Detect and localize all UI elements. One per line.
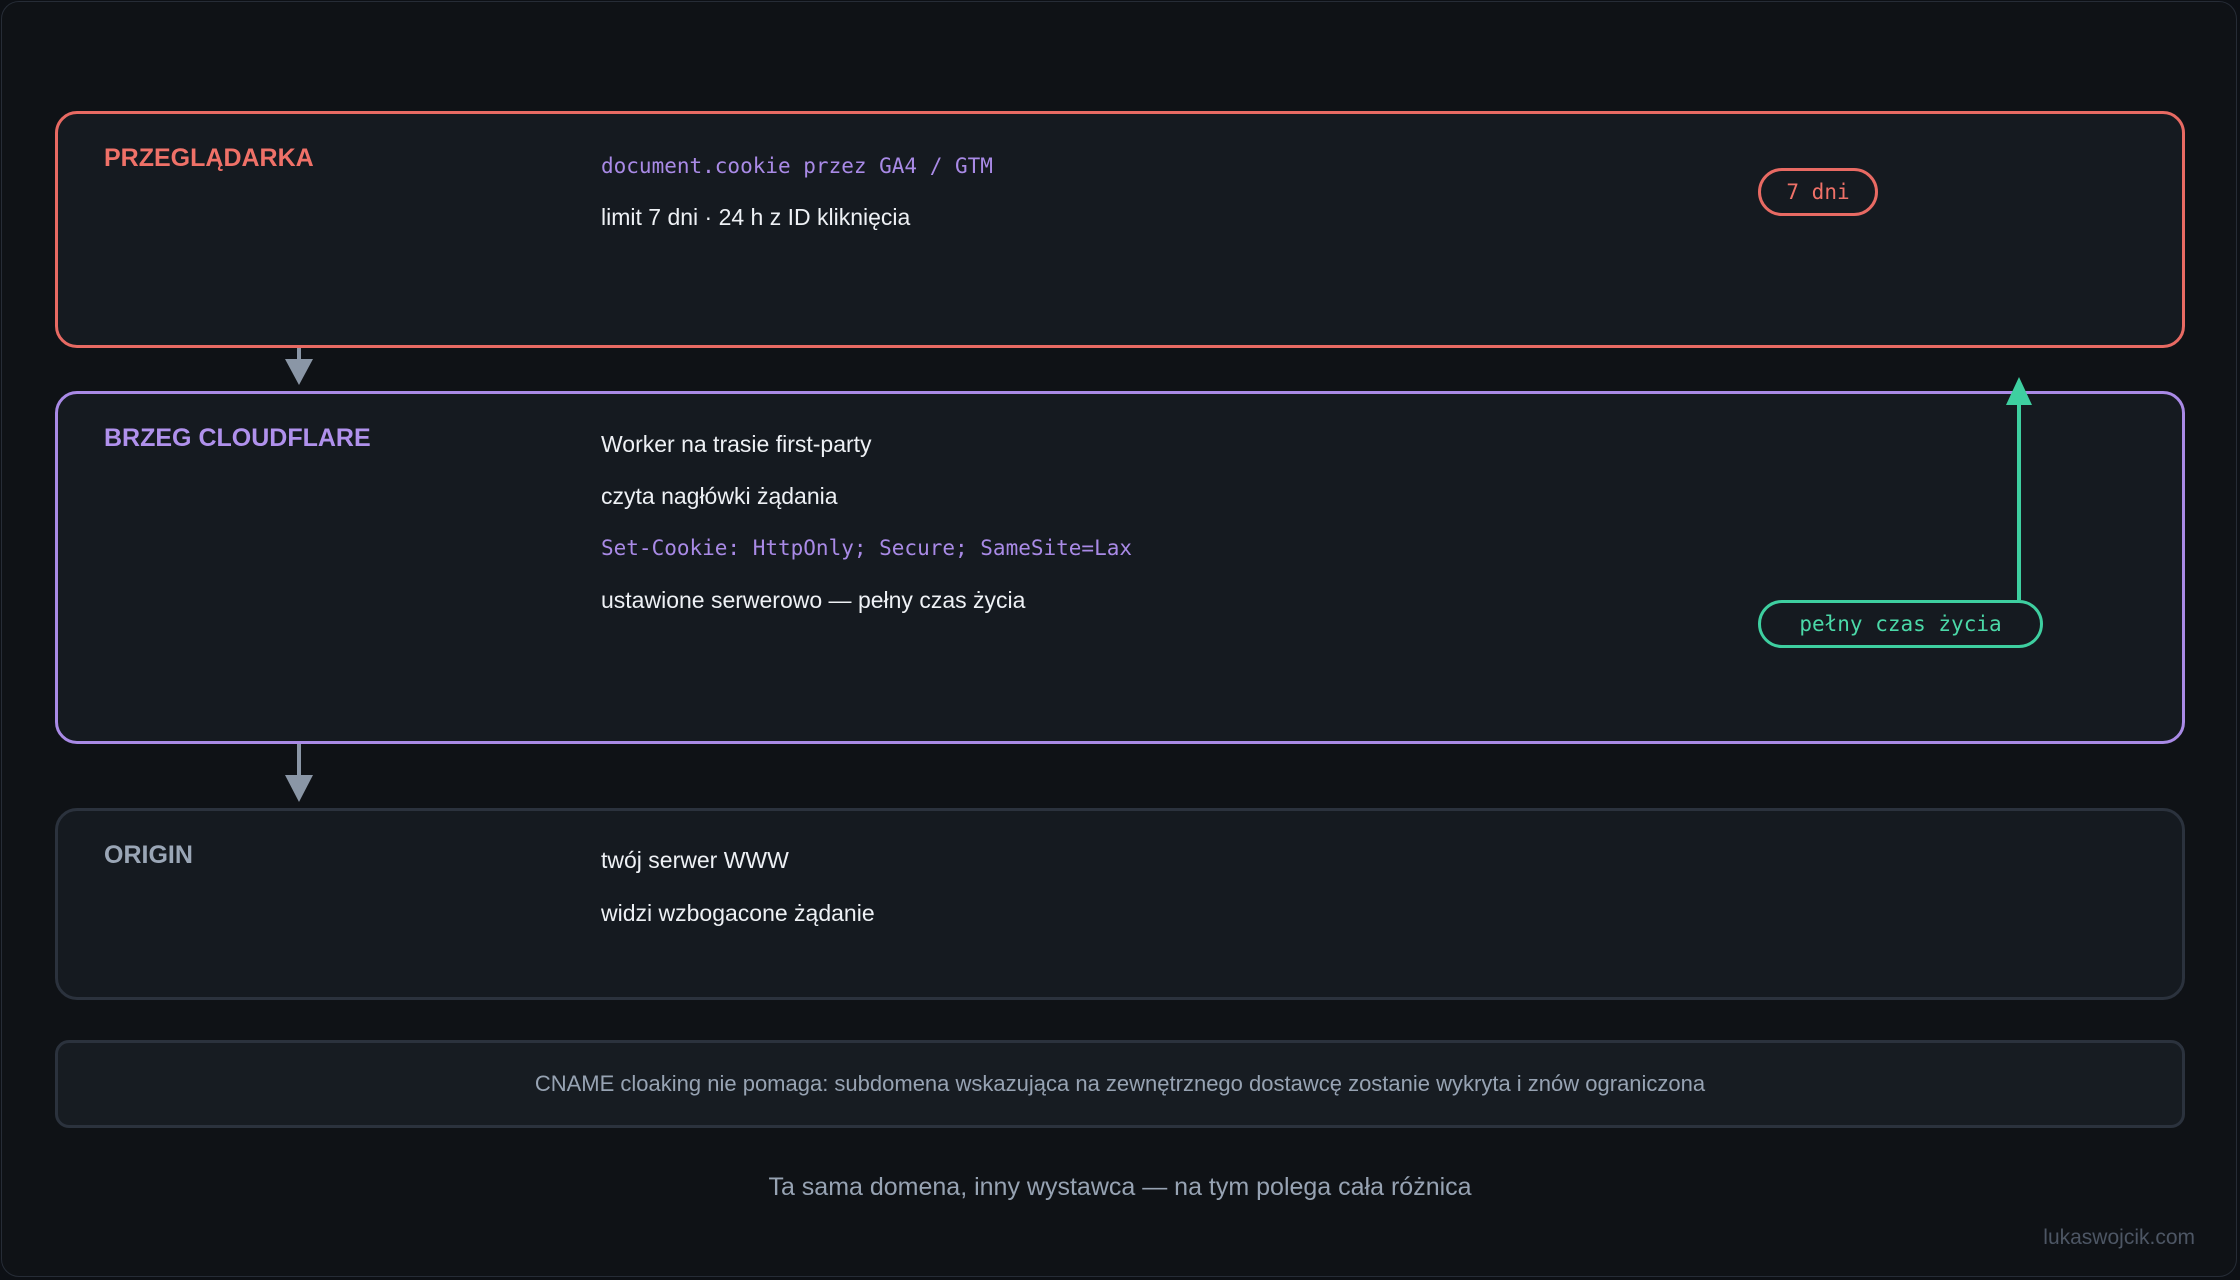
origin-line-enriched: widzi wzbogacone żądanie: [601, 900, 875, 926]
browser-line-cookie-api: document.cookie przez GA4 / GTM: [601, 154, 993, 178]
edge-line-worker: Worker na trasie first-party: [601, 431, 872, 457]
origin-line-server: twój serwer WWW: [601, 847, 789, 873]
cloudflare-edge-layer: BRZEG CLOUDFLARE Worker na trasie first-…: [55, 391, 2185, 744]
browser-layer: PRZEGLĄDARKA document.cookie przez GA4 /…: [55, 111, 2185, 348]
origin-layer: ORIGIN twój serwer WWW widzi wzbogacone …: [55, 808, 2185, 1000]
cname-cloaking-note: CNAME cloaking nie pomaga: subdomena wsk…: [55, 1040, 2185, 1128]
site-credit: lukaswojcik.com: [2043, 1226, 2195, 1249]
browser-line-limit: limit 7 dni · 24 h z ID kliknięcia: [601, 204, 911, 230]
diagram-caption: Ta sama domena, inny wystawca — na tym p…: [768, 1173, 1472, 1201]
edge-line-server-set: ustawione serwerowo — pełny czas życia: [601, 587, 1026, 613]
edge-layer-title: BRZEG CLOUDFLARE: [104, 424, 371, 452]
browser-lifetime-badge: 7 dni: [1758, 168, 1878, 216]
edge-line-set-cookie: Set-Cookie: HttpOnly; Secure; SameSite=L…: [601, 536, 1133, 560]
origin-layer-title: ORIGIN: [104, 841, 193, 869]
edge-lifetime-badge: pełny czas życia: [1758, 600, 2043, 648]
browser-layer-title: PRZEGLĄDARKA: [104, 144, 314, 172]
edge-line-headers: czyta nagłówki żądania: [601, 483, 838, 509]
